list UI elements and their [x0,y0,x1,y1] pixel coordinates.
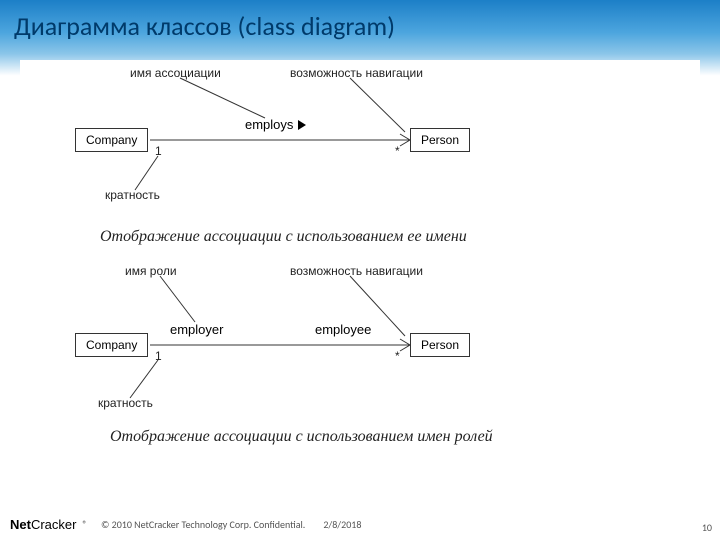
association-role-diagram: имя роли возможность навигации Company P… [20,250,700,450]
content-area: имя ассоциации возможность навигации Com… [20,60,700,500]
logo-part-a: Net [10,517,31,532]
direction-triangle-icon [298,120,306,130]
slide: Диаграмма классов (class diagram) имя ас… [0,0,720,540]
multiplicity-left-2: 1 [155,349,162,363]
class-company: Company [75,128,148,152]
label-navigability-2: возможность навигации [290,264,423,278]
label-navigability: возможность навигации [290,66,423,80]
multiplicity-right-2: * [395,349,400,363]
slide-title: Диаграмма классов (class diagram) [0,0,720,42]
label-multiplicity-2: кратность [98,396,153,410]
association-label: employs [245,117,293,132]
association-name-diagram: имя ассоциации возможность навигации Com… [20,60,700,240]
role-left: employer [170,322,223,337]
footer-date: 2/8/2018 [323,518,361,531]
copyright-text: © 2010 NetCracker Technology Corp. Confi… [101,518,305,531]
label-assoc-name: имя ассоциации [130,66,221,80]
class-person: Person [410,128,470,152]
role-right: employee [315,322,371,337]
caption-2: Отображение ассоциации с использованием … [110,428,720,446]
class-person-2: Person [410,333,470,357]
footer: NetCracker ® © 2010 NetCracker Technolog… [0,514,720,534]
logo: NetCracker [10,517,76,532]
multiplicity-right: * [395,144,400,158]
class-company-2: Company [75,333,148,357]
page-number: 10 [702,521,712,534]
caption-1: Отображение ассоциации с использованием … [100,228,720,246]
logo-part-b: Cracker [31,517,77,532]
multiplicity-left: 1 [155,144,162,158]
registered-mark: ® [82,519,87,530]
label-role-name: имя роли [125,264,177,278]
label-multiplicity: кратность [105,188,160,202]
